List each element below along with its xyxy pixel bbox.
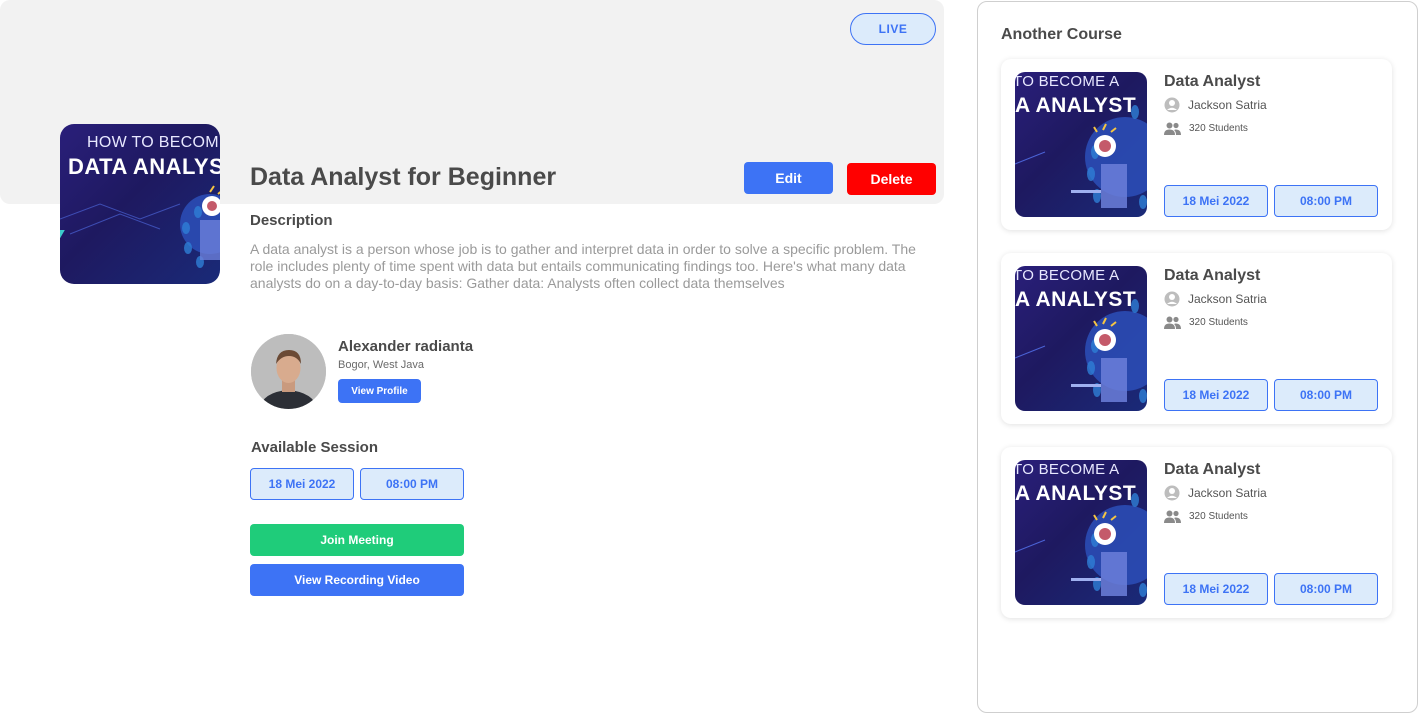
card-thumbnail-line2: A ANALYST: [1015, 482, 1137, 505]
thumbnail-line2: DATA ANALYST: [68, 154, 220, 179]
course-thumbnail: HOW TO BECOME A DATA ANALYST: [60, 124, 220, 284]
mentor-name: Alexander radianta: [338, 338, 474, 355]
page: LIVE HOW TO BECOM DATA ANALYS Data Analy…: [0, 0, 1418, 713]
card-thumbnail: TO BECOME A A ANALYST: [1015, 72, 1147, 217]
card-author-name: Jackson Satria: [1188, 98, 1267, 112]
students-icon: [1164, 510, 1181, 523]
live-badge: LIVE: [850, 13, 936, 45]
card-date-pill[interactable]: 18 Mei 2022: [1164, 573, 1268, 605]
card-students: 320 Students: [1164, 316, 1248, 329]
card-thumbnail-line1: TO BECOME A: [1015, 461, 1120, 478]
card-time-pill[interactable]: 08:00 PM: [1274, 185, 1378, 217]
card-title: Data Analyst: [1164, 73, 1261, 90]
card-students-count: 320 Students: [1189, 511, 1248, 522]
course-card[interactable]: TO BECOME A A ANALYST Data Analyst Jacks…: [1001, 253, 1392, 424]
students-icon: [1164, 316, 1181, 329]
course-card[interactable]: TO BECOME A A ANALYST Data Analyst Jacks…: [1001, 447, 1392, 618]
sidebar-title: Another Course: [1001, 26, 1122, 43]
card-author: Jackson Satria: [1164, 291, 1267, 307]
course-card[interactable]: TO BECOME A A ANALYST Data Analyst Jacks…: [1001, 59, 1392, 230]
avatar: [251, 334, 326, 409]
card-author-name: Jackson Satria: [1188, 486, 1267, 500]
user-icon: [1164, 485, 1180, 501]
avatar-image: [251, 334, 326, 409]
card-time-pill[interactable]: 08:00 PM: [1274, 573, 1378, 605]
card-title: Data Analyst: [1164, 267, 1261, 284]
card-thumbnail-line2: A ANALYST: [1015, 288, 1137, 311]
edit-button[interactable]: Edit: [744, 162, 833, 194]
description-heading: Description: [250, 212, 333, 229]
user-icon: [1164, 97, 1180, 113]
session-date-pill[interactable]: 18 Mei 2022: [250, 468, 354, 500]
card-students: 320 Students: [1164, 122, 1248, 135]
card-author: Jackson Satria: [1164, 97, 1267, 113]
card-time-pill[interactable]: 08:00 PM: [1274, 379, 1378, 411]
card-date-pill[interactable]: 18 Mei 2022: [1164, 185, 1268, 217]
mentor-location: Bogor, West Java: [338, 359, 425, 371]
card-date-pill[interactable]: 18 Mei 2022: [1164, 379, 1268, 411]
user-icon: [1164, 291, 1180, 307]
card-author-name: Jackson Satria: [1188, 292, 1267, 306]
course-title: Data Analyst for Beginner: [250, 163, 557, 191]
card-thumbnail-line1: TO BECOME A: [1015, 267, 1120, 284]
description-text: A data analyst is a person whose job is …: [250, 241, 916, 291]
card-students-count: 320 Students: [1189, 317, 1248, 328]
card-thumbnail: TO BECOME A A ANALYST: [1015, 460, 1147, 605]
card-title: Data Analyst: [1164, 461, 1261, 478]
session-time-pill[interactable]: 08:00 PM: [360, 468, 464, 500]
card-thumbnail-line2: A ANALYST: [1015, 94, 1137, 117]
session-heading: Available Session: [251, 439, 379, 456]
thumbnail-line1: HOW TO BECOME A: [87, 134, 220, 151]
card-thumbnail-line1: TO BECOME A: [1015, 73, 1120, 90]
students-icon: [1164, 122, 1181, 135]
join-meeting-button[interactable]: Join Meeting: [250, 524, 464, 556]
card-author: Jackson Satria: [1164, 485, 1267, 501]
delete-button[interactable]: Delete: [847, 163, 936, 195]
card-students: 320 Students: [1164, 510, 1248, 523]
view-recording-button[interactable]: View Recording Video: [250, 564, 464, 596]
view-profile-button[interactable]: View Profile: [338, 379, 421, 403]
card-thumbnail: TO BECOME A A ANALYST: [1015, 266, 1147, 411]
card-students-count: 320 Students: [1189, 123, 1248, 134]
